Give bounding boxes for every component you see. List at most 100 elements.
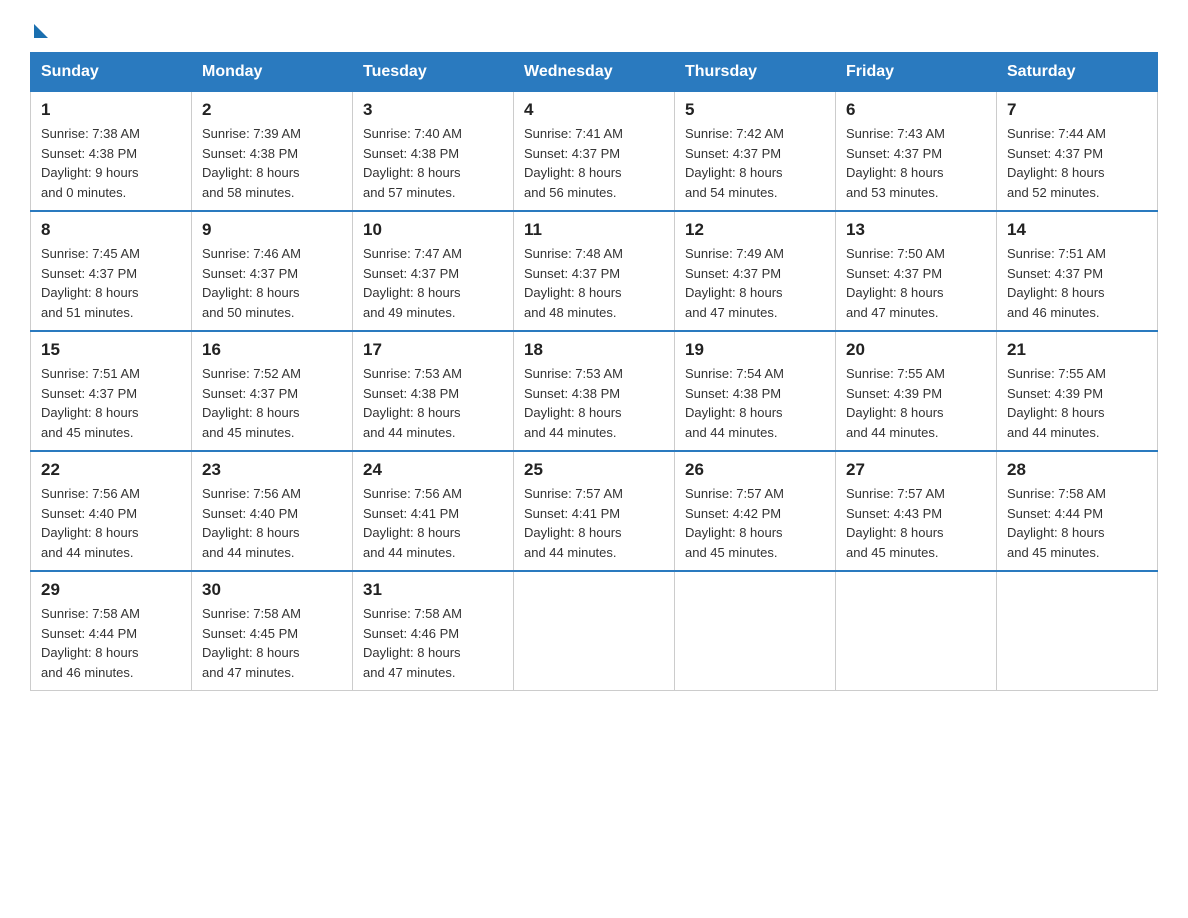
daylight-minutes-text: and 58 minutes. xyxy=(202,183,342,203)
sunset-text: Sunset: 4:37 PM xyxy=(524,264,664,284)
day-number: 19 xyxy=(685,340,825,360)
daylight-minutes-text: and 47 minutes. xyxy=(846,303,986,323)
day-number: 30 xyxy=(202,580,342,600)
daylight-text: Daylight: 8 hours xyxy=(202,643,342,663)
day-info: Sunrise: 7:57 AMSunset: 4:43 PMDaylight:… xyxy=(846,484,986,562)
sunrise-text: Sunrise: 7:39 AM xyxy=(202,124,342,144)
sunset-text: Sunset: 4:37 PM xyxy=(846,144,986,164)
sunrise-text: Sunrise: 7:57 AM xyxy=(846,484,986,504)
day-cell-31: 31Sunrise: 7:58 AMSunset: 4:46 PMDayligh… xyxy=(353,571,514,691)
sunset-text: Sunset: 4:37 PM xyxy=(1007,144,1147,164)
sunrise-text: Sunrise: 7:48 AM xyxy=(524,244,664,264)
day-cell-11: 11Sunrise: 7:48 AMSunset: 4:37 PMDayligh… xyxy=(514,211,675,331)
day-number: 28 xyxy=(1007,460,1147,480)
empty-cell xyxy=(836,571,997,691)
week-row-4: 22Sunrise: 7:56 AMSunset: 4:40 PMDayligh… xyxy=(31,451,1158,571)
day-cell-14: 14 Sunrise: 7:51 AMSunset: 4:37 PMDayligh… xyxy=(997,211,1158,331)
day-info: Sunrise: 7:55 AMSunset: 4:39 PMDaylight:… xyxy=(846,364,986,442)
day-info: Sunrise: 7:48 AMSunset: 4:37 PMDaylight:… xyxy=(524,244,664,322)
daylight-text: Daylight: 8 hours xyxy=(1007,403,1147,423)
weekday-header-tuesday: Tuesday xyxy=(353,53,514,92)
day-info: Sunrise: 7:47 AMSunset: 4:37 PMDaylight:… xyxy=(363,244,503,322)
day-number: 29 xyxy=(41,580,181,600)
day-number: 21 xyxy=(1007,340,1147,360)
daylight-text: Daylight: 8 hours xyxy=(363,403,503,423)
sunset-text: Sunset: 4:38 PM xyxy=(363,144,503,164)
day-info: Sunrise: 7:58 AMSunset: 4:44 PMDaylight:… xyxy=(41,604,181,682)
day-info: Sunrise: 7:51 AMSunset: 4:37 PMDaylight:… xyxy=(1007,244,1147,322)
day-cell-17: 17 Sunrise: 7:53 AMSunset: 4:38 PMDayligh… xyxy=(353,331,514,451)
daylight-text: Daylight: 8 hours xyxy=(524,523,664,543)
daylight-minutes-text: and 44 minutes. xyxy=(846,423,986,443)
daylight-minutes-text: and 47 minutes. xyxy=(202,663,342,683)
calendar-table: SundayMondayTuesdayWednesdayThursdayFrid… xyxy=(30,52,1158,691)
sunrise-text: Sunrise: 7:45 AM xyxy=(41,244,181,264)
daylight-text: Daylight: 8 hours xyxy=(202,163,342,183)
daylight-text: Daylight: 8 hours xyxy=(524,163,664,183)
day-cell-30: 30 Sunrise: 7:58 AMSunset: 4:45 PMDayligh… xyxy=(192,571,353,691)
daylight-text: Daylight: 8 hours xyxy=(202,523,342,543)
day-cell-13: 13Sunrise: 7:50 AMSunset: 4:37 PMDayligh… xyxy=(836,211,997,331)
daylight-minutes-text: and 56 minutes. xyxy=(524,183,664,203)
daylight-text: Daylight: 8 hours xyxy=(846,523,986,543)
empty-cell xyxy=(997,571,1158,691)
sunset-text: Sunset: 4:43 PM xyxy=(846,504,986,524)
sunrise-text: Sunrise: 7:51 AM xyxy=(1007,244,1147,264)
day-number: 3 xyxy=(363,100,503,120)
weekday-header-thursday: Thursday xyxy=(675,53,836,92)
day-info: Sunrise: 7:58 AMSunset: 4:45 PMDaylight:… xyxy=(202,604,342,682)
weekday-header-saturday: Saturday xyxy=(997,53,1158,92)
day-info: Sunrise: 7:44 AMSunset: 4:37 PMDaylight:… xyxy=(1007,124,1147,202)
day-info: Sunrise: 7:43 AMSunset: 4:37 PMDaylight:… xyxy=(846,124,986,202)
day-cell-22: 22Sunrise: 7:56 AMSunset: 4:40 PMDayligh… xyxy=(31,451,192,571)
day-number: 15 xyxy=(41,340,181,360)
day-number: 18 xyxy=(524,340,664,360)
daylight-minutes-text: and 51 minutes. xyxy=(41,303,181,323)
day-cell-29: 29 Sunrise: 7:58 AMSunset: 4:44 PMDayligh… xyxy=(31,571,192,691)
sunset-text: Sunset: 4:45 PM xyxy=(202,624,342,644)
daylight-text: Daylight: 8 hours xyxy=(846,403,986,423)
day-number: 27 xyxy=(846,460,986,480)
sunset-text: Sunset: 4:38 PM xyxy=(685,384,825,404)
day-number: 1 xyxy=(41,100,181,120)
sunrise-text: Sunrise: 7:58 AM xyxy=(41,604,181,624)
daylight-text: Daylight: 8 hours xyxy=(524,403,664,423)
day-info: Sunrise: 7:56 AMSunset: 4:41 PMDaylight:… xyxy=(363,484,503,562)
sunrise-text: Sunrise: 7:40 AM xyxy=(363,124,503,144)
logo-arrow-icon xyxy=(34,24,48,38)
sunset-text: Sunset: 4:41 PM xyxy=(363,504,503,524)
daylight-text: Daylight: 8 hours xyxy=(41,403,181,423)
sunrise-text: Sunrise: 7:58 AM xyxy=(202,604,342,624)
day-number: 14 xyxy=(1007,220,1147,240)
daylight-minutes-text: and 54 minutes. xyxy=(685,183,825,203)
day-number: 17 xyxy=(363,340,503,360)
day-cell-4: 4Sunrise: 7:41 AMSunset: 4:37 PMDaylight… xyxy=(514,92,675,212)
day-cell-27: 27 Sunrise: 7:57 AMSunset: 4:43 PMDayligh… xyxy=(836,451,997,571)
day-number: 7 xyxy=(1007,100,1147,120)
day-cell-23: 23Sunrise: 7:56 AMSunset: 4:40 PMDayligh… xyxy=(192,451,353,571)
sunset-text: Sunset: 4:46 PM xyxy=(363,624,503,644)
sunrise-text: Sunrise: 7:57 AM xyxy=(524,484,664,504)
daylight-text: Daylight: 8 hours xyxy=(41,283,181,303)
sunset-text: Sunset: 4:39 PM xyxy=(846,384,986,404)
sunrise-text: Sunrise: 7:54 AM xyxy=(685,364,825,384)
day-info: Sunrise: 7:46 AMSunset: 4:37 PMDaylight:… xyxy=(202,244,342,322)
sunset-text: Sunset: 4:44 PM xyxy=(1007,504,1147,524)
sunset-text: Sunset: 4:40 PM xyxy=(202,504,342,524)
sunrise-text: Sunrise: 7:53 AM xyxy=(524,364,664,384)
daylight-text: Daylight: 8 hours xyxy=(1007,523,1147,543)
sunset-text: Sunset: 4:42 PM xyxy=(685,504,825,524)
day-cell-2: 2Sunrise: 7:39 AMSunset: 4:38 PMDaylight… xyxy=(192,92,353,212)
daylight-text: Daylight: 8 hours xyxy=(1007,163,1147,183)
day-number: 24 xyxy=(363,460,503,480)
sunrise-text: Sunrise: 7:56 AM xyxy=(202,484,342,504)
sunrise-text: Sunrise: 7:42 AM xyxy=(685,124,825,144)
day-number: 8 xyxy=(41,220,181,240)
daylight-minutes-text: and 44 minutes. xyxy=(685,423,825,443)
day-info: Sunrise: 7:42 AMSunset: 4:37 PMDaylight:… xyxy=(685,124,825,202)
day-info: Sunrise: 7:54 AMSunset: 4:38 PMDaylight:… xyxy=(685,364,825,442)
week-row-1: 1Sunrise: 7:38 AMSunset: 4:38 PMDaylight… xyxy=(31,92,1158,212)
daylight-text: Daylight: 8 hours xyxy=(846,163,986,183)
day-cell-5: 5Sunrise: 7:42 AMSunset: 4:37 PMDaylight… xyxy=(675,92,836,212)
day-info: Sunrise: 7:53 AMSunset: 4:38 PMDaylight:… xyxy=(363,364,503,442)
